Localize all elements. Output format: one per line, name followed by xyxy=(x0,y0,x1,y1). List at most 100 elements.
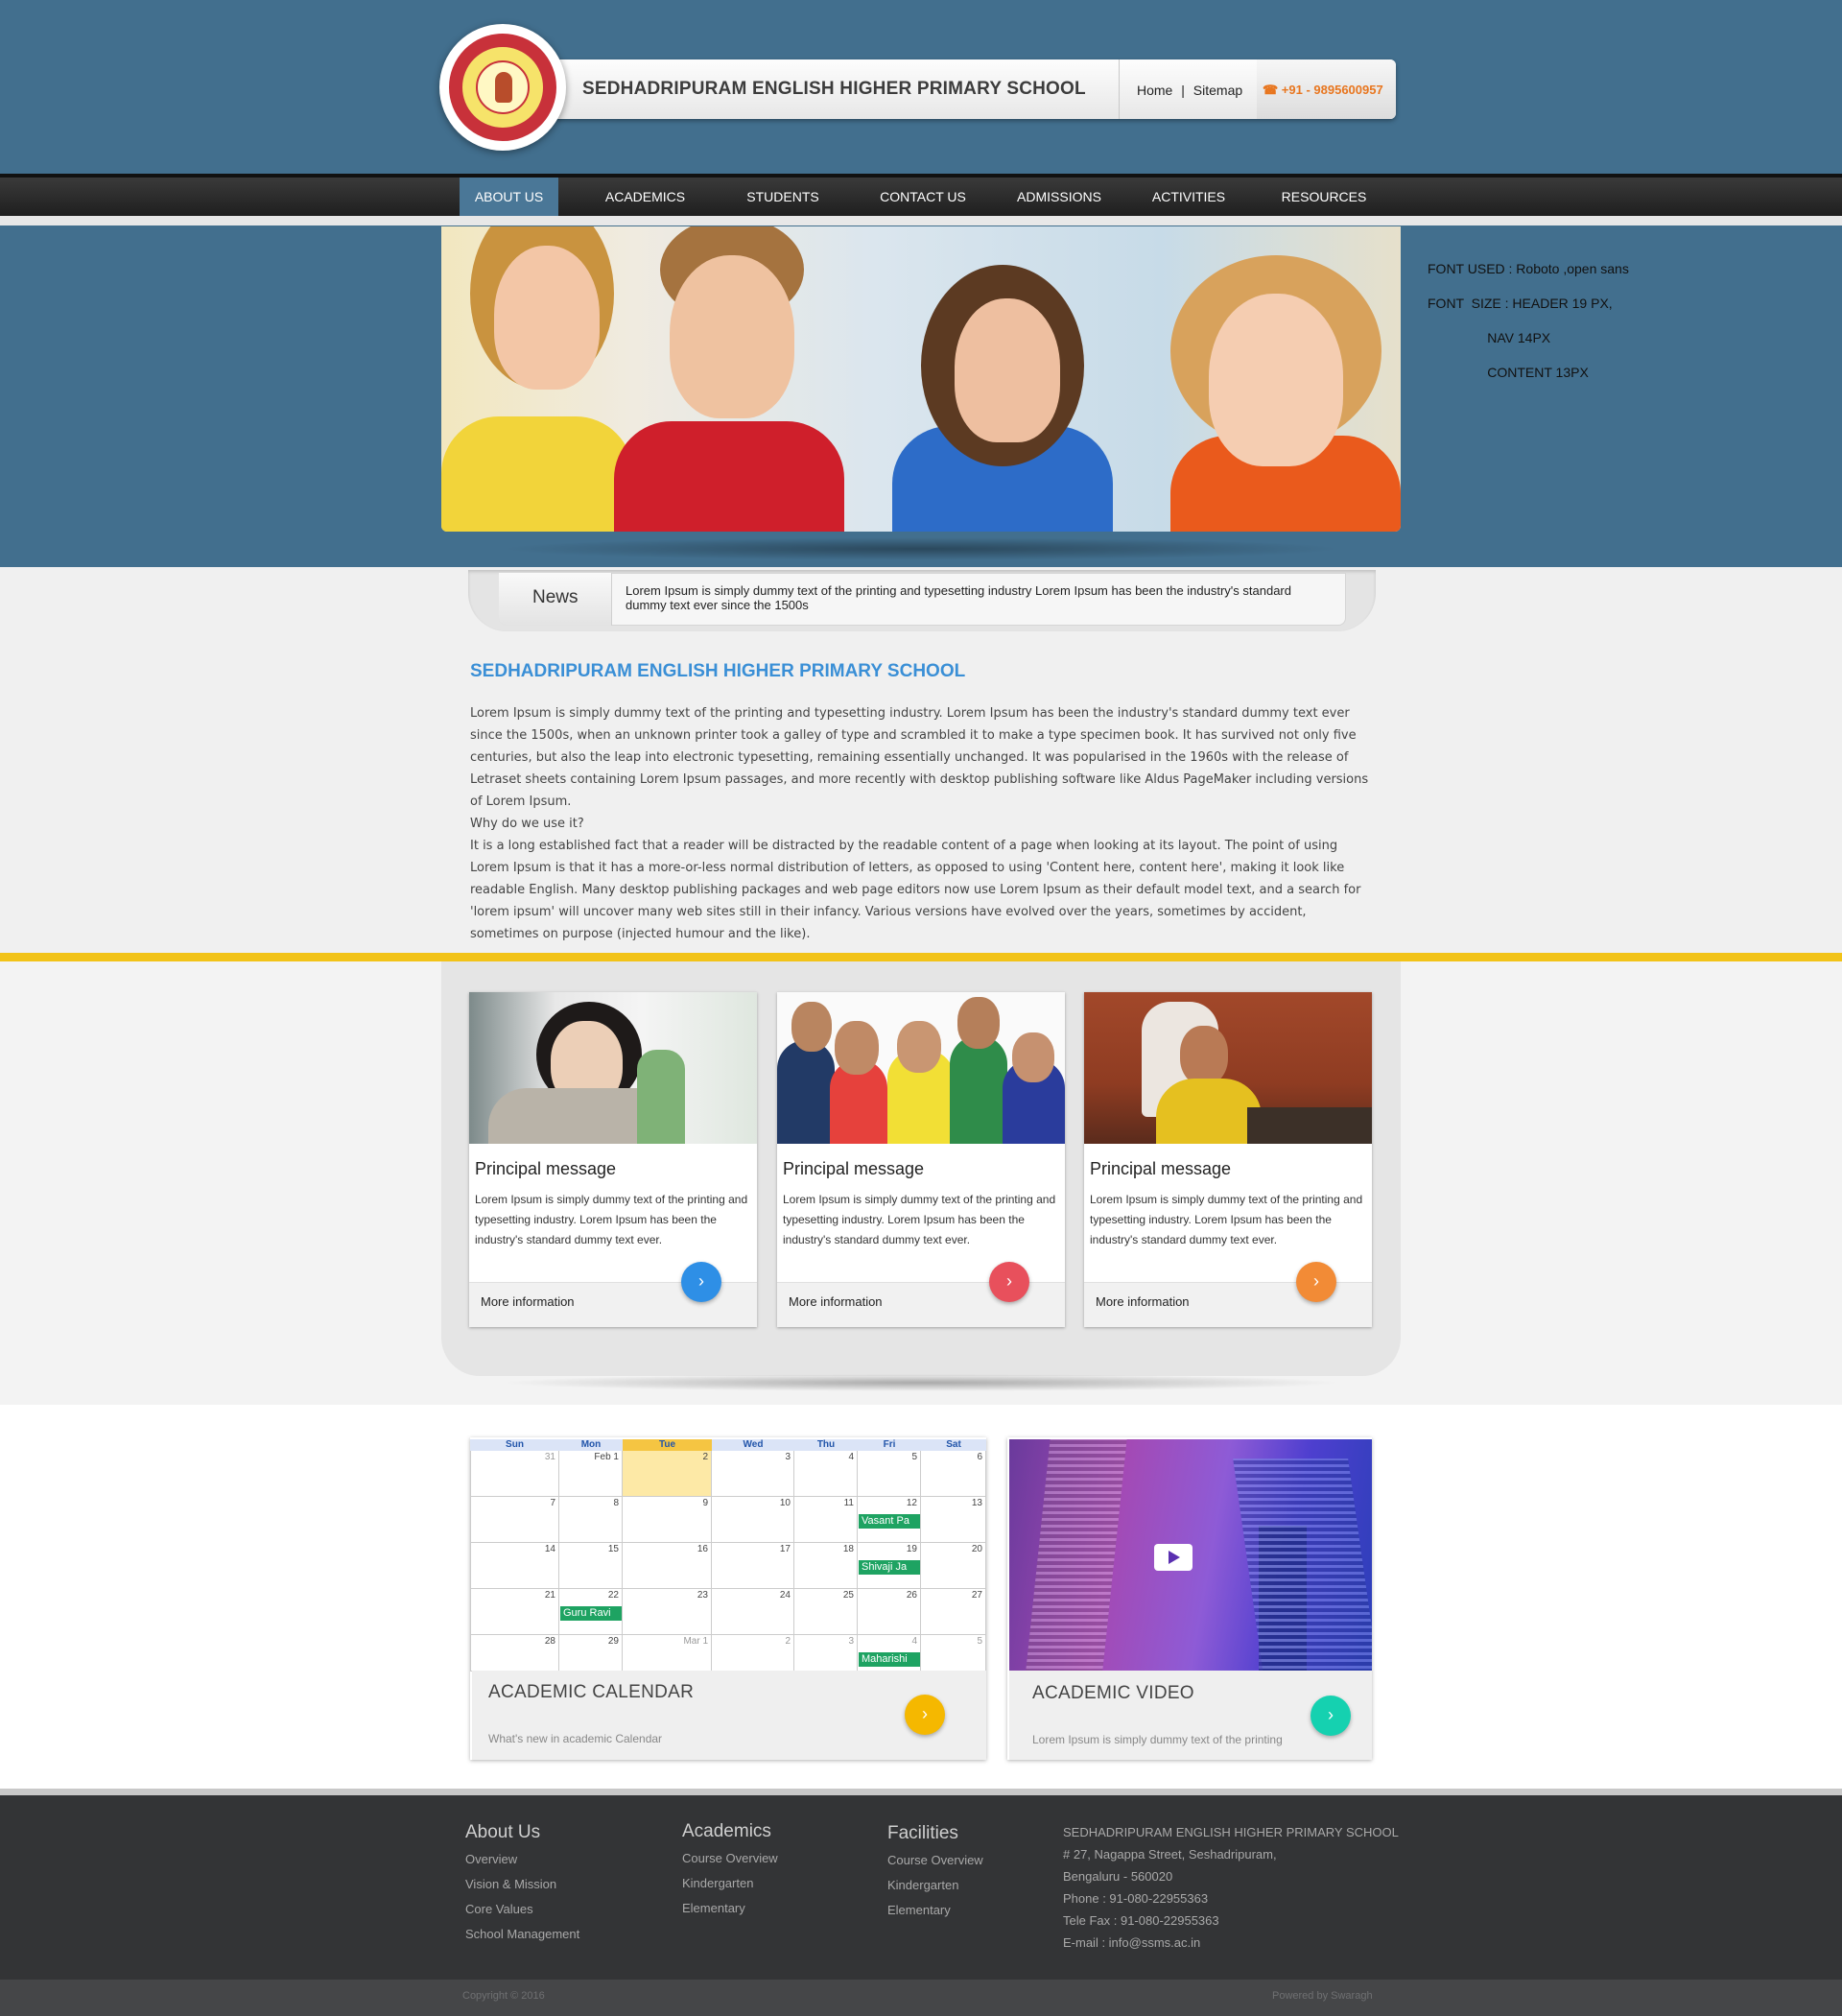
footer-top-band xyxy=(0,1789,1842,1795)
nav-activities[interactable]: ACTIVITIES xyxy=(1137,178,1240,216)
arrow-right-icon[interactable]: › xyxy=(905,1695,945,1735)
calendar-day-cell[interactable]: 6 xyxy=(921,1451,986,1497)
calendar-day-number: 5 xyxy=(911,1452,917,1462)
principal-card: Principal message Lorem Ipsum is simply … xyxy=(1084,992,1372,1327)
school-logo[interactable] xyxy=(439,24,566,151)
calendar-day-cell[interactable]: 7 xyxy=(470,1497,559,1543)
footer-link-school-management[interactable]: School Management xyxy=(465,1927,579,1941)
calendar-day-cell[interactable]: 3 xyxy=(794,1635,858,1672)
calendar-day-cell[interactable]: 15 xyxy=(559,1543,623,1589)
card-title: Principal message xyxy=(1090,1159,1232,1178)
calendar-day-cell[interactable]: 21 xyxy=(470,1589,559,1635)
calendar-day-cell[interactable]: 4 xyxy=(794,1451,858,1497)
calendar-day-cell[interactable]: 16 xyxy=(623,1543,712,1589)
calendar-day-number: 23 xyxy=(697,1590,708,1601)
about-title: SEDHADRIPURAM ENGLISH HIGHER PRIMARY SCH… xyxy=(470,661,966,681)
nav-students[interactable]: STUDENTS xyxy=(729,178,837,216)
news-ticker[interactable]: Lorem Ipsum is simply dummy text of the … xyxy=(626,583,1335,612)
calendar-day-cell[interactable]: 20 xyxy=(921,1543,986,1589)
card-text: Lorem Ipsum is simply dummy text of the … xyxy=(475,1193,748,1246)
footer-link-elementary[interactable]: Elementary xyxy=(887,1903,951,1917)
sitemap-link[interactable]: Sitemap xyxy=(1193,83,1242,98)
arrow-right-icon[interactable]: › xyxy=(1311,1696,1351,1736)
arrow-right-icon[interactable]: › xyxy=(1296,1262,1336,1302)
calendar-title: ACADEMIC CALENDAR xyxy=(488,1682,695,1702)
footer-link-kindergarten[interactable]: Kindergarten xyxy=(887,1878,958,1892)
calendar-day-number: 15 xyxy=(607,1544,619,1554)
person-saree xyxy=(1156,1079,1262,1144)
nav-admissions[interactable]: ADMISSIONS xyxy=(1003,178,1116,216)
footer-link-elementary[interactable]: Elementary xyxy=(682,1901,745,1915)
calendar-day-cell[interactable]: 27 xyxy=(921,1589,986,1635)
calendar-day-number: 3 xyxy=(785,1452,791,1462)
link-separator: | xyxy=(1181,83,1185,98)
calendar-day-cell[interactable]: 5 xyxy=(921,1635,986,1672)
more-information-link[interactable]: More information xyxy=(1096,1294,1190,1309)
header-links: Home | Sitemap xyxy=(1137,83,1242,98)
more-information-link[interactable]: More information xyxy=(481,1294,575,1309)
calendar-day-cell[interactable]: 10 xyxy=(712,1497,794,1543)
calendar-day-cell[interactable]: 23 xyxy=(623,1589,712,1635)
footer-link-course-overview[interactable]: Course Overview xyxy=(682,1851,778,1865)
calendar-day-cell[interactable]: 29 xyxy=(559,1635,623,1672)
school-name: SEDHADRIPURAM ENGLISH HIGHER PRIMARY SCH… xyxy=(582,79,1086,99)
arrow-right-icon[interactable]: › xyxy=(681,1262,721,1302)
calendar-day-number: 3 xyxy=(848,1636,854,1647)
calendar-day-cell[interactable]: 9 xyxy=(623,1497,712,1543)
calendar-event[interactable]: Shivaji Ja xyxy=(859,1560,920,1575)
calendar-day-cell[interactable]: 11 xyxy=(794,1497,858,1543)
person-face xyxy=(897,1021,941,1073)
calendar-day-cell[interactable]: 26 xyxy=(858,1589,921,1635)
calendar-day-cell[interactable]: 2 xyxy=(623,1451,712,1497)
card-image xyxy=(1084,992,1372,1144)
calendar-day-number: 5 xyxy=(977,1636,982,1647)
calendar-day-cell[interactable]: 2 xyxy=(712,1635,794,1672)
background-student xyxy=(637,1050,685,1144)
nav-contact-us[interactable]: CONTACT US xyxy=(863,178,982,216)
calendar-day-cell[interactable]: 8 xyxy=(559,1497,623,1543)
footer-link-course-overview[interactable]: Course Overview xyxy=(887,1853,983,1867)
calendar-day-cell[interactable]: 3 xyxy=(712,1451,794,1497)
nav-resources[interactable]: RESOURCES xyxy=(1271,178,1377,216)
phone-number[interactable]: ☎ +91 - 9895600957 xyxy=(1263,83,1383,98)
footer-link-overview[interactable]: Overview xyxy=(465,1852,517,1866)
calendar-day-number: Mar 1 xyxy=(683,1636,708,1647)
logo-ring xyxy=(449,34,556,141)
home-link[interactable]: Home xyxy=(1137,83,1172,98)
calendar-day-number: 31 xyxy=(544,1452,555,1462)
arrow-right-icon[interactable]: › xyxy=(989,1262,1029,1302)
card-image xyxy=(777,992,1065,1144)
calendar-day-number: 20 xyxy=(971,1544,982,1554)
calendar-day-number: 13 xyxy=(971,1498,982,1508)
calendar-event[interactable]: Maharishi xyxy=(859,1652,920,1667)
calendar-day-cell[interactable]: Feb 1 xyxy=(559,1451,623,1497)
calendar-grid[interactable]: Sun Mon Tue Wed Thu Fri Sat 31 Feb 123456… xyxy=(470,1439,986,1672)
calendar-day-cell[interactable]: 18 xyxy=(794,1543,858,1589)
calendar-day-cell[interactable]: 5 xyxy=(858,1451,921,1497)
calendar-day-cell[interactable]: 13 xyxy=(921,1497,986,1543)
calendar-event[interactable]: Guru Ravi xyxy=(560,1606,622,1621)
play-icon[interactable] xyxy=(1154,1544,1193,1571)
calendar-day-cell[interactable]: 14 xyxy=(470,1543,559,1589)
footer-link-core-values[interactable]: Core Values xyxy=(465,1902,533,1916)
calendar-day-number: 27 xyxy=(971,1590,982,1601)
powered-by-link[interactable]: Powered by Swaragh xyxy=(1272,1990,1373,2002)
footer-link-vision-mission[interactable]: Vision & Mission xyxy=(465,1877,556,1891)
footer-email[interactable]: E-mail : info@ssms.ac.in xyxy=(1063,1935,1200,1950)
calendar-day-cell[interactable]: Mar 1 xyxy=(623,1635,712,1672)
more-information-link[interactable]: More information xyxy=(789,1294,883,1309)
calendar-day-cell[interactable]: 31 xyxy=(470,1451,559,1497)
nav-academics[interactable]: ACADEMICS xyxy=(585,178,705,216)
main-nav: ABOUT US ACADEMICS STUDENTS CONTACT US A… xyxy=(0,174,1842,216)
video-title: ACADEMIC VIDEO xyxy=(1032,1683,1194,1703)
calendar-day-cell[interactable]: 17 xyxy=(712,1543,794,1589)
font-notes: FONT USED : Roboto ,open sans FONT SIZE … xyxy=(1428,251,1629,390)
calendar-event[interactable]: Vasant Pa xyxy=(859,1514,920,1529)
calendar-day-number: 2 xyxy=(702,1452,708,1462)
calendar-day-cell[interactable]: 24 xyxy=(712,1589,794,1635)
footer-link-kindergarten[interactable]: Kindergarten xyxy=(682,1876,753,1890)
calendar-day-cell[interactable]: 28 xyxy=(470,1635,559,1672)
kid-face xyxy=(955,298,1060,442)
calendar-day-cell[interactable]: 25 xyxy=(794,1589,858,1635)
nav-about-us[interactable]: ABOUT US xyxy=(460,178,558,216)
